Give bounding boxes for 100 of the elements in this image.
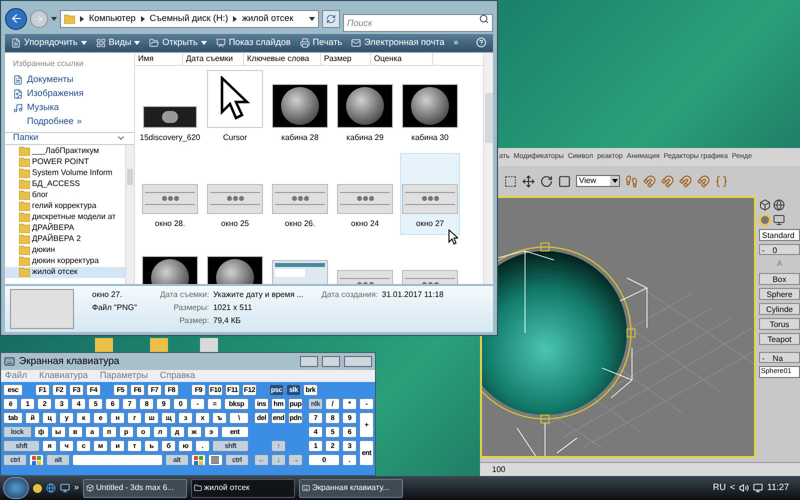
address-bar[interactable]: Компьютер Съемный диск (H:) жилой отсек [60,10,319,28]
file-item[interactable]: окно 26. [270,152,330,235]
menu-item[interactable]: Параметры [100,369,148,383]
file-item[interactable]: окно 28. [140,152,200,235]
folder-tree-item[interactable]: дюкин [5,244,125,256]
more-commands[interactable]: » [453,36,458,50]
object-type-button[interactable]: Sphere [759,288,800,300]
folder-tree-item[interactable]: дискретные модели ат [5,212,125,223]
breadcrumb-item[interactable]: Съемный диск (H:) [150,12,228,26]
sphere-render-thumbnail [402,84,458,128]
menu-item[interactable]: Клавиатура [39,369,88,383]
flag-logo-icon [32,456,42,464]
folder-tree-item[interactable]: дюкин корректура [5,256,125,267]
column-header[interactable]: Размер [321,52,371,65]
maximize-button[interactable] [322,356,340,367]
magnet-icon[interactable] [661,174,674,188]
volume-icon[interactable] [739,483,750,493]
file-item[interactable]: кабина 28 [270,66,330,149]
dashed-square-icon[interactable] [504,174,517,188]
minimize-button[interactable] [300,356,318,367]
view-dropdown[interactable]: View [576,175,620,187]
folder-tree-item[interactable]: БД_ACCESS [5,178,125,190]
braces-icon[interactable] [715,174,728,188]
property-value[interactable]: 31.01.2017 11:18 [382,289,444,302]
tray-expand-button[interactable]: < [730,481,736,495]
folder-tree-item[interactable]: System Volume Inform [5,168,125,179]
close-button[interactable] [344,356,372,367]
toolbar-button[interactable]: Упорядочить [11,36,87,50]
object-type-button[interactable]: Cylinde [759,303,800,315]
breadcrumb-item[interactable]: жилой отсек [242,12,294,26]
more-button[interactable]: » [74,481,80,495]
rotate-icon[interactable] [540,174,553,188]
property-value[interactable]: 1021 x 511 [213,302,304,314]
toolbar-button[interactable]: Виды [96,36,140,50]
taskbar-button[interactable]: жилой отсек [191,478,296,498]
file-item[interactable]: окно 25 [205,152,265,235]
refresh-button[interactable] [322,10,340,28]
rollout-header[interactable]: - Na [759,352,800,363]
back-button[interactable] [5,8,27,30]
folder-tree-item[interactable]: блог [5,190,125,201]
file-item[interactable]: кабина 29 [335,66,395,149]
favorite-link[interactable]: Документы [13,74,126,87]
property-label: Дата съемки: [160,289,210,302]
menu-item[interactable]: Справка [160,369,196,383]
browser-icon[interactable] [46,483,56,493]
menu-item[interactable]: Файл [5,369,28,383]
desktop-icon[interactable] [60,483,70,493]
object-type-button[interactable]: Box [759,273,800,285]
column-header[interactable]: Имя [135,52,183,65]
favorite-link[interactable]: Музыка [13,102,126,115]
folder-tree-item[interactable]: ДРАЙВЕРА [5,222,125,234]
quick-launch-icon[interactable] [33,484,42,492]
folder-icon [149,38,160,48]
folder-icon [19,223,30,234]
toolbar-button[interactable]: Показ слайдов [216,36,291,50]
file-item[interactable]: Cursor [205,66,265,149]
folder-tree-item[interactable]: ДРАЙВЕРА 2 [5,234,125,245]
magnet-icon[interactable] [697,174,710,188]
back-arrow-icon [10,12,22,26]
search-field[interactable]: Поиск [343,14,493,32]
square-icon[interactable] [558,174,571,188]
object-type-button[interactable]: Torus [759,318,800,330]
printer-icon [300,38,310,48]
folder-tree-item[interactable]: гелий корректура [5,200,125,212]
rollout-header[interactable]: - 0 [759,244,800,255]
property-value[interactable]: Укажите дату и время ... [213,289,304,302]
toolbar-button[interactable]: Печать [300,36,342,50]
caret-icon [80,40,87,45]
taskbar-button[interactable]: Untitled - 3ds max 6... [83,478,188,498]
folder-tree-item[interactable]: ___ЛабПрактикум [5,146,125,157]
windows-key[interactable] [190,454,206,466]
file-item[interactable]: окно 24 [335,152,395,235]
file-type: Файл "PNG" [92,302,138,314]
move-icon[interactable] [522,174,535,188]
category-dropdown[interactable]: Standard [759,229,800,241]
toolbar-button[interactable]: Открыть [149,36,207,50]
object-type-button[interactable]: Teapot [759,333,800,345]
property-value[interactable]: 79,4 КБ [213,315,304,328]
column-header[interactable]: Ключевые слова [244,52,321,65]
spacebar[interactable] [72,454,163,466]
column-header[interactable]: Оценка [371,52,433,65]
folders-heading[interactable]: Папки [13,131,38,145]
magnet-icon[interactable] [643,174,656,188]
toolbar-button[interactable]: Электронная почта [351,36,444,50]
folder-tree-item[interactable]: POWER POINT [5,156,125,168]
file-item[interactable]: окно 27 [400,152,460,235]
language-indicator[interactable]: RU [712,481,726,495]
folder-tree-item[interactable]: жилой отсек [5,266,125,278]
column-header[interactable]: Дата съемки [183,52,244,65]
more-link[interactable]: Подробнее [27,115,74,129]
favorite-link[interactable]: Изображения [13,88,126,101]
file-item[interactable]: 15discovery_620 [140,66,200,149]
windows-key[interactable] [29,454,44,466]
magnet-icon[interactable] [679,174,692,188]
start-button[interactable] [3,477,29,499]
breadcrumb-item[interactable]: Компьютер [89,12,136,26]
file-item[interactable]: кабина 30 [400,66,460,149]
taskbar-button[interactable]: Экранная клавиату... [299,478,404,498]
help-icon [476,37,487,48]
menu-key[interactable] [208,454,223,466]
